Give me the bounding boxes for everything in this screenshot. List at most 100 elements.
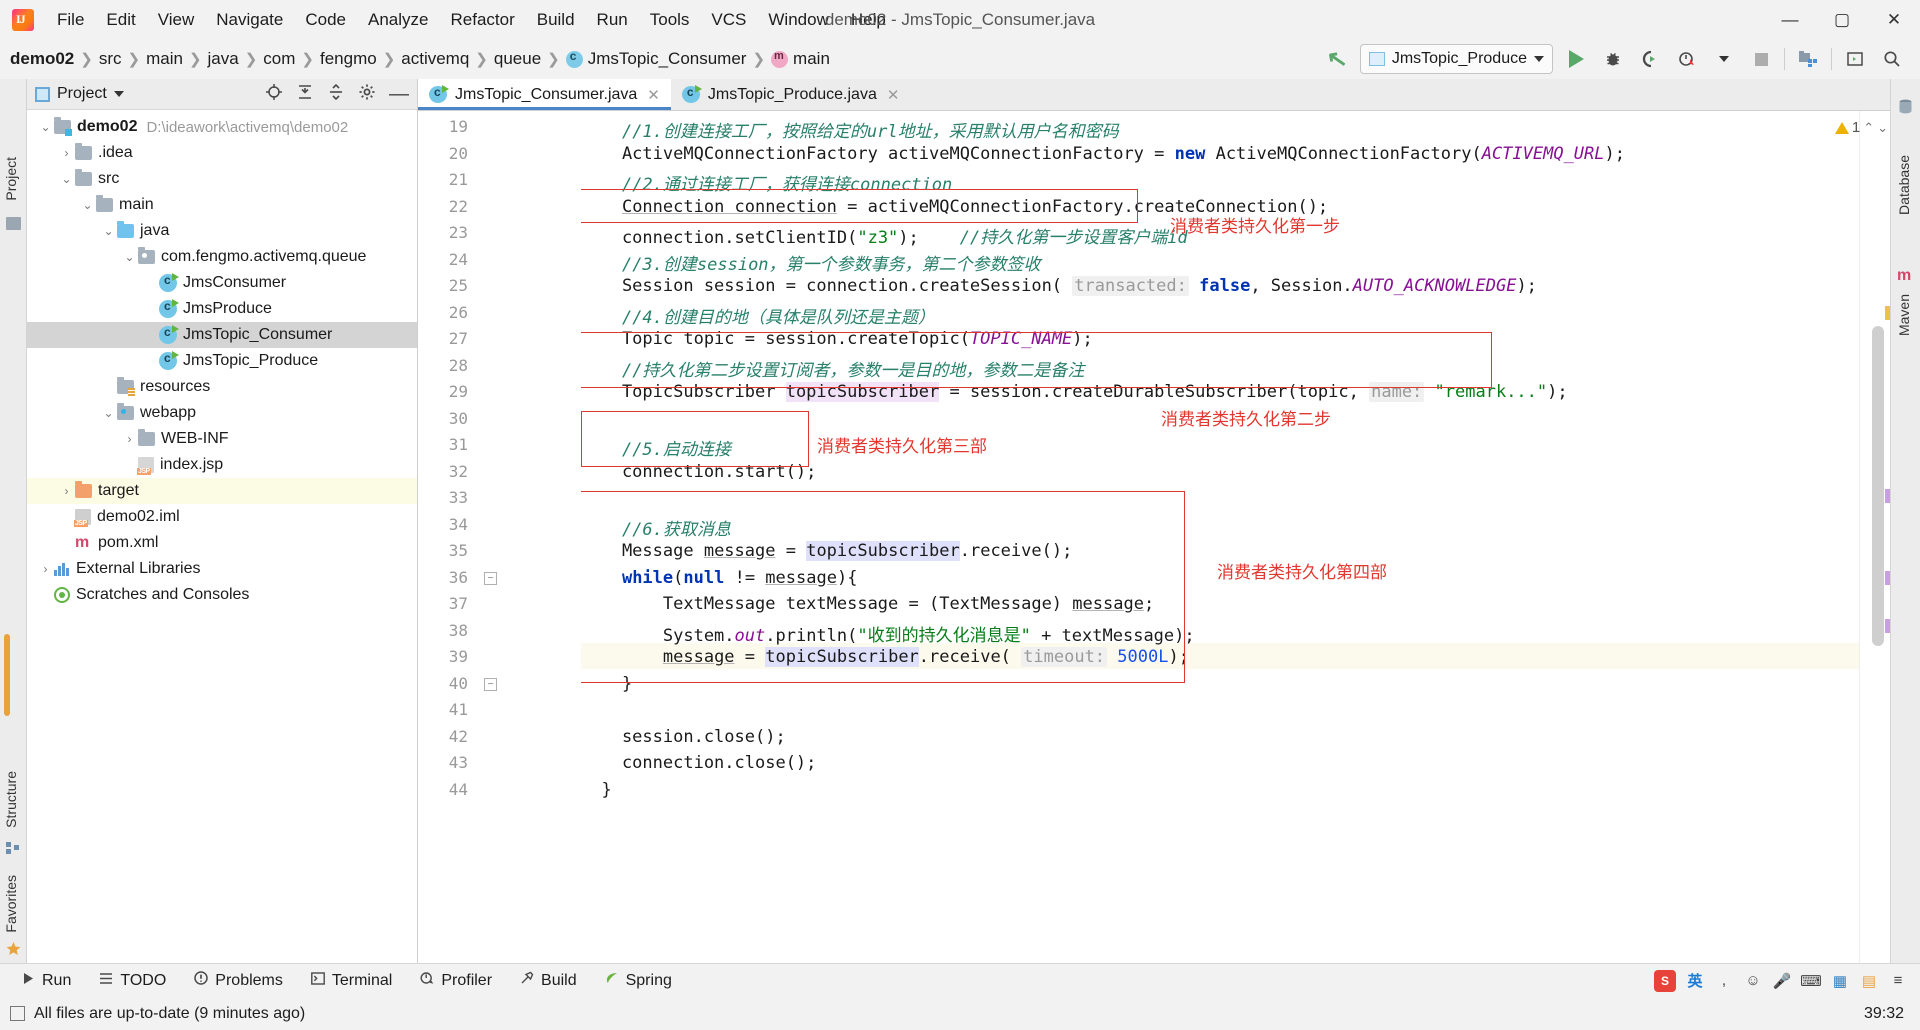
- code-fold-icon[interactable]: −: [484, 677, 497, 691]
- menu-view[interactable]: View: [147, 6, 206, 34]
- menu-analyze[interactable]: Analyze: [357, 6, 439, 34]
- tree-item-jmstopic-consumer[interactable]: c JmsTopic_Consumer: [27, 322, 417, 348]
- breadcrumb-item-main[interactable]: main: [771, 49, 830, 69]
- sogou-ime-icon[interactable]: S: [1654, 969, 1676, 992]
- code-content[interactable]: //1.创建连接工厂，按照给定的url地址，采用默认用户名和密码 ActiveM…: [581, 111, 1859, 963]
- menu-vcs[interactable]: VCS: [700, 6, 757, 34]
- tree-item-jmstopic-produce[interactable]: c JmsTopic_Produce: [27, 348, 417, 374]
- tool-button-project[interactable]: Project: [3, 157, 19, 201]
- breadcrumb-item-queue[interactable]: queue: [494, 49, 541, 69]
- run-button[interactable]: [1562, 45, 1590, 73]
- chevron-down-icon[interactable]: ⌄: [100, 224, 117, 238]
- tool-button-database[interactable]: Database: [1896, 155, 1912, 215]
- run-with-coverage-button[interactable]: [1636, 45, 1664, 73]
- breadcrumb-item-java[interactable]: java: [208, 49, 239, 69]
- menu-code[interactable]: Code: [294, 6, 357, 34]
- tool-button-maven[interactable]: Maven: [1896, 294, 1912, 336]
- tool-button-structure[interactable]: Structure: [3, 771, 19, 828]
- profiler-dropdown-icon[interactable]: [1710, 45, 1738, 73]
- menu-run[interactable]: Run: [586, 6, 639, 34]
- menu-help[interactable]: Help: [840, 6, 897, 34]
- tree-item-demo02-iml[interactable]: demo02.iml: [27, 504, 417, 530]
- editor-tab-jmstopic-consumer-java[interactable]: c JmsTopic_Consumer.java ✕: [418, 79, 671, 110]
- menu-build[interactable]: Build: [526, 6, 586, 34]
- menu-refactor[interactable]: Refactor: [439, 6, 525, 34]
- expand-all-icon[interactable]: [296, 83, 314, 106]
- microphone-icon[interactable]: 🎤: [1772, 971, 1792, 991]
- emoji-icon[interactable]: ☺: [1743, 971, 1763, 991]
- minimize-button[interactable]: —: [1764, 0, 1816, 39]
- debug-button[interactable]: [1599, 45, 1627, 73]
- close-button[interactable]: ✕: [1868, 0, 1920, 39]
- tree-item--idea[interactable]: › .idea: [27, 140, 417, 166]
- tool-button-favorites[interactable]: Favorites: [3, 875, 19, 933]
- menu-window[interactable]: Window: [757, 6, 839, 34]
- tree-item-index-jsp[interactable]: index.jsp: [27, 452, 417, 478]
- tree-item-scratches-and-consoles[interactable]: Scratches and Consoles: [27, 582, 417, 608]
- toolbox-icon[interactable]: ▦: [1830, 971, 1850, 991]
- run-configuration-selector[interactable]: JmsTopic_Produce: [1359, 44, 1553, 74]
- close-tab-icon[interactable]: ✕: [647, 86, 660, 104]
- tree-item-resources[interactable]: resources: [27, 374, 417, 400]
- tool-button-problems[interactable]: Problems: [182, 968, 295, 993]
- tool-button-profiler[interactable]: Profiler: [408, 968, 504, 993]
- tree-item-java[interactable]: ⌄ java: [27, 218, 417, 244]
- inspection-status[interactable]: 1 ⌃ ⌄: [1834, 119, 1888, 136]
- chevron-down-icon[interactable]: ⌄: [58, 172, 75, 186]
- caret-position[interactable]: 39:32: [1864, 1005, 1920, 1023]
- code-line[interactable]: Session session = connection.createSessi…: [581, 276, 1537, 296]
- breadcrumb-item-com[interactable]: com: [263, 49, 295, 69]
- tree-item-pom-xml[interactable]: m pom.xml: [27, 530, 417, 556]
- breadcrumb-item-jmstopic_consumer[interactable]: JmsTopic_Consumer: [565, 49, 746, 69]
- editor-tab-jmstopic-produce-java[interactable]: c JmsTopic_Produce.java ✕: [670, 79, 911, 110]
- editor-gutter[interactable]: 19 20 21 22 23 24 25 26 27 28 29 30 31 32 33 34 35 36 − 37 3…: [418, 111, 581, 963]
- menu-tools[interactable]: Tools: [639, 6, 701, 34]
- stop-button[interactable]: [1747, 45, 1775, 73]
- editor-markers-bar[interactable]: 1 ⌃ ⌄: [1834, 111, 1890, 963]
- ime-menu-icon[interactable]: ≡: [1888, 971, 1908, 991]
- ime-punctuation-icon[interactable]: ,: [1714, 971, 1734, 991]
- tree-item-external-libraries[interactable]: › External Libraries: [27, 556, 417, 582]
- code-line[interactable]: connection.setClientID("z3"); //持久化第一步设置…: [581, 223, 1188, 248]
- chevron-right-icon[interactable]: ›: [37, 562, 54, 576]
- tree-item-web-inf[interactable]: › WEB-INF: [27, 426, 417, 452]
- breadcrumb-item-src[interactable]: src: [99, 49, 122, 69]
- chevron-down-icon[interactable]: ⌄: [121, 250, 138, 264]
- chevron-down-icon[interactable]: ⌄: [100, 406, 117, 420]
- console-button[interactable]: [1841, 45, 1869, 73]
- locate-file-icon[interactable]: [265, 83, 283, 106]
- chevron-up-icon[interactable]: ⌃: [1863, 120, 1874, 136]
- code-line[interactable]: //3.创建session，第一个参数事务，第二个参数签收: [581, 250, 1041, 275]
- tool-button-todo[interactable]: TODO: [87, 969, 178, 993]
- chevron-right-icon[interactable]: ›: [58, 146, 75, 160]
- chevron-right-icon[interactable]: ›: [121, 432, 138, 446]
- hide-panel-icon[interactable]: —: [389, 84, 409, 104]
- editor-scrollbar-thumb[interactable]: [1872, 326, 1884, 646]
- tree-item-demo02[interactable]: ⌄ demo02 D:\ideawork\activemq\demo02: [27, 114, 417, 140]
- chevron-down-icon-2[interactable]: ⌄: [1877, 120, 1888, 136]
- menu-edit[interactable]: Edit: [95, 6, 146, 34]
- tool-button-run[interactable]: Run: [10, 969, 83, 993]
- tool-button-spring[interactable]: Spring: [593, 968, 684, 993]
- breadcrumb-item-fengmo[interactable]: fengmo: [320, 49, 377, 69]
- settings-gear-icon[interactable]: [358, 83, 376, 106]
- back-arrow-icon[interactable]: ↖: [1323, 44, 1351, 74]
- code-line[interactable]: }: [581, 780, 611, 800]
- menu-navigate[interactable]: Navigate: [205, 6, 294, 34]
- collapse-all-icon[interactable]: [327, 83, 345, 106]
- keyboard-icon[interactable]: ⌨: [1800, 971, 1822, 991]
- chevron-down-icon[interactable]: ⌄: [37, 120, 54, 134]
- chevron-down-icon[interactable]: ⌄: [79, 198, 96, 212]
- breadcrumb-item-main[interactable]: main: [146, 49, 183, 69]
- code-line[interactable]: session.close();: [581, 727, 786, 747]
- code-line[interactable]: ActiveMQConnectionFactory activeMQConnec…: [581, 144, 1625, 164]
- editor-body[interactable]: 19 20 21 22 23 24 25 26 27 28 29 30 31 32 33 34 35 36 − 37 3…: [418, 111, 1890, 963]
- breadcrumb-item-demo02[interactable]: demo02: [10, 49, 74, 69]
- breadcrumb-item-activemq[interactable]: activemq: [401, 49, 469, 69]
- project-structure-button[interactable]: [1794, 45, 1822, 73]
- search-everywhere-icon[interactable]: [1878, 45, 1906, 73]
- tree-item-main[interactable]: ⌄ main: [27, 192, 417, 218]
- ime-settings-icon[interactable]: ▤: [1859, 971, 1879, 991]
- tree-item-src[interactable]: ⌄ src: [27, 166, 417, 192]
- tree-item-com-fengmo-activemq-queue[interactable]: ⌄ com.fengmo.activemq.queue: [27, 244, 417, 270]
